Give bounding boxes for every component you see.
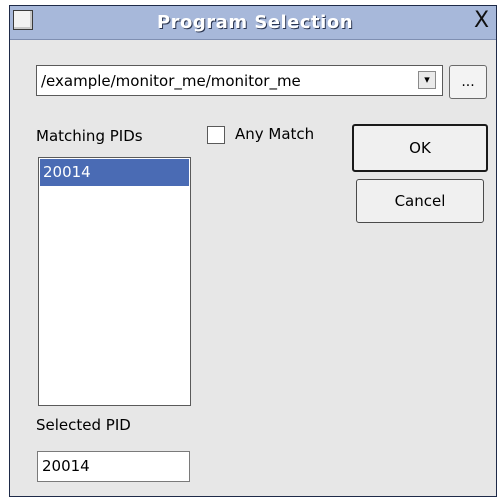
chevron-down-icon[interactable]: ▾ [418, 71, 436, 89]
program-selection-dialog: Program Selection X /example/monitor_me/… [9, 5, 497, 497]
any-match-checkbox[interactable] [207, 126, 225, 144]
list-item[interactable]: 20014 [40, 159, 189, 186]
title-bar[interactable]: Program Selection X [10, 6, 496, 40]
browse-button[interactable]: ... [449, 65, 487, 99]
program-path-combobox[interactable]: /example/monitor_me/monitor_me ▾ [36, 65, 443, 96]
close-icon[interactable]: X [474, 10, 494, 32]
any-match-label[interactable]: Any Match [235, 125, 314, 143]
selected-pid-field[interactable]: 20014 [37, 451, 190, 482]
program-path-text[interactable]: /example/monitor_me/monitor_me [41, 72, 301, 90]
window-title: Program Selection [156, 12, 354, 33]
selected-pid-label: Selected PID [36, 416, 131, 434]
ok-button[interactable]: OK [352, 124, 488, 172]
window-menu-icon[interactable] [13, 10, 33, 30]
matching-pids-list[interactable]: 20014 [38, 157, 191, 406]
cancel-button[interactable]: Cancel [356, 179, 484, 223]
matching-pids-label: Matching PIDs [36, 127, 143, 145]
